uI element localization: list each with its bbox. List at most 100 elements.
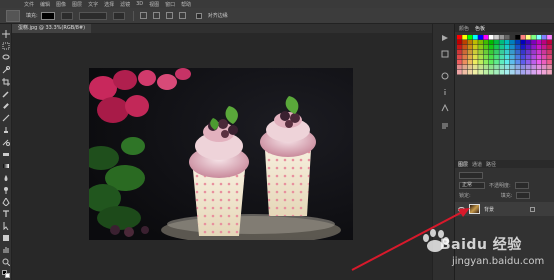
crop-icon[interactable] <box>2 78 10 86</box>
brush-icon[interactable] <box>2 114 10 122</box>
marquee-icon[interactable] <box>2 42 10 50</box>
swatch-cell <box>488 50 494 55</box>
swatch-cell <box>467 55 473 60</box>
eyedropper-icon[interactable] <box>2 90 10 98</box>
quick-select-icon[interactable] <box>2 66 10 74</box>
blur-icon[interactable] <box>2 174 10 182</box>
properties-icon[interactable] <box>441 50 449 58</box>
tab-channels[interactable]: 通道 <box>472 161 482 168</box>
path-alignment-icon[interactable] <box>152 12 160 19</box>
gear-icon[interactable] <box>178 12 186 19</box>
path-arrange-icon[interactable] <box>165 12 173 19</box>
adjustments-icon[interactable] <box>441 72 449 80</box>
move-icon[interactable] <box>2 30 10 38</box>
swatch-cell <box>515 55 521 60</box>
swatch-cell <box>520 35 526 40</box>
fill-label: 填充: <box>500 192 513 199</box>
blend-mode-dropdown[interactable]: 正常 <box>459 181 485 189</box>
swatch-cell <box>531 70 536 75</box>
swatch-cell <box>499 45 505 50</box>
swatch-cell <box>499 55 505 60</box>
document-tab[interactable]: 蛋糕.jpg @ 33.3%(RGB/8#) <box>12 24 92 33</box>
menu-edit[interactable]: 编辑 <box>40 1 50 8</box>
cupcake-photo[interactable] <box>89 68 353 240</box>
history-icon[interactable] <box>441 34 449 42</box>
stroke-width-field[interactable] <box>78 11 107 20</box>
path-operations-icon[interactable] <box>139 12 147 19</box>
swatch-cell <box>504 35 510 40</box>
menu-3d[interactable]: 3D <box>136 1 143 7</box>
lasso-icon[interactable] <box>2 54 10 62</box>
stroke-dropdown[interactable] <box>60 11 73 20</box>
swatch-cell <box>515 65 521 70</box>
eye-icon[interactable] <box>458 206 465 213</box>
menu-type[interactable]: 文字 <box>88 1 98 8</box>
swatch-cell <box>515 40 521 45</box>
opacity-field[interactable] <box>514 181 529 189</box>
type-icon[interactable] <box>2 210 10 218</box>
swatch-cell <box>462 45 468 50</box>
swatch-cell <box>525 40 531 45</box>
swatch-cell <box>541 45 547 50</box>
menu-image[interactable]: 图像 <box>56 1 66 8</box>
shape-icon[interactable] <box>2 234 10 242</box>
swatch-cell <box>483 40 489 45</box>
swatch-cell <box>541 55 547 60</box>
menu-view[interactable]: 视图 <box>149 1 159 8</box>
swatch-cell <box>547 60 552 65</box>
tab-swatches[interactable]: 色板 <box>475 25 485 32</box>
hand-icon[interactable] <box>2 246 10 254</box>
stroke-type-dropdown[interactable] <box>112 11 125 20</box>
blend-row: 正常 不透明度: <box>455 180 554 190</box>
eraser-icon[interactable] <box>2 150 10 158</box>
swatch-cell <box>457 40 462 45</box>
tab-paths[interactable]: 路径 <box>486 161 496 168</box>
layer-row-background[interactable]: 背景 <box>455 202 554 216</box>
swatch-cell <box>494 40 499 45</box>
stamp-icon[interactable] <box>2 126 10 134</box>
zoom-icon[interactable] <box>2 258 10 266</box>
swatch-cell <box>499 65 505 70</box>
align-edges-checkbox[interactable] <box>195 12 202 19</box>
swatch-cell <box>504 70 510 75</box>
swatch-cell <box>472 45 478 50</box>
menu-layer[interactable]: 图层 <box>72 1 82 8</box>
layer-name[interactable]: 背景 <box>484 206 494 213</box>
background-color-swatch[interactable] <box>5 273 10 278</box>
tab-layers[interactable]: 图层 <box>458 161 468 168</box>
swatch-cell <box>483 70 489 75</box>
fill-label: 填充: <box>26 13 38 19</box>
gradient-icon[interactable] <box>2 162 10 170</box>
swatch-cell <box>510 45 515 50</box>
fill-field[interactable] <box>516 191 531 199</box>
path-select-icon[interactable] <box>2 222 10 230</box>
dodge-icon[interactable] <box>2 186 10 194</box>
swatch-cell <box>531 35 536 40</box>
menu-help[interactable]: 帮助 <box>181 1 191 8</box>
info-icon[interactable] <box>441 88 449 96</box>
menu-select[interactable]: 选择 <box>104 1 114 8</box>
layer-filter-dropdown[interactable] <box>459 171 483 179</box>
menu-file[interactable]: 文件 <box>24 1 34 8</box>
menu-window[interactable]: 窗口 <box>165 1 175 8</box>
swatch-cell <box>457 65 462 70</box>
swatch-cell <box>494 70 499 75</box>
swatch-cell <box>547 50 552 55</box>
tab-color[interactable]: 颜色 <box>459 25 469 32</box>
swatches-grid[interactable] <box>457 33 553 89</box>
fill-color-swatch[interactable] <box>40 11 55 20</box>
swatch-cell <box>472 70 478 75</box>
swatch-cell <box>467 70 473 75</box>
swatch-cell <box>467 40 473 45</box>
healing-icon[interactable] <box>2 102 10 110</box>
menu-filter[interactable]: 滤镜 <box>120 1 130 8</box>
canvas-area[interactable] <box>12 33 432 280</box>
divider <box>132 10 134 21</box>
swatch-cell <box>472 65 478 70</box>
paragraph-icon[interactable] <box>441 122 449 130</box>
current-tool-preset-button[interactable] <box>6 9 20 22</box>
history-brush-icon[interactable] <box>2 138 10 146</box>
character-icon[interactable] <box>441 103 449 112</box>
swatch-cell <box>531 65 536 70</box>
pen-icon[interactable] <box>2 198 10 206</box>
